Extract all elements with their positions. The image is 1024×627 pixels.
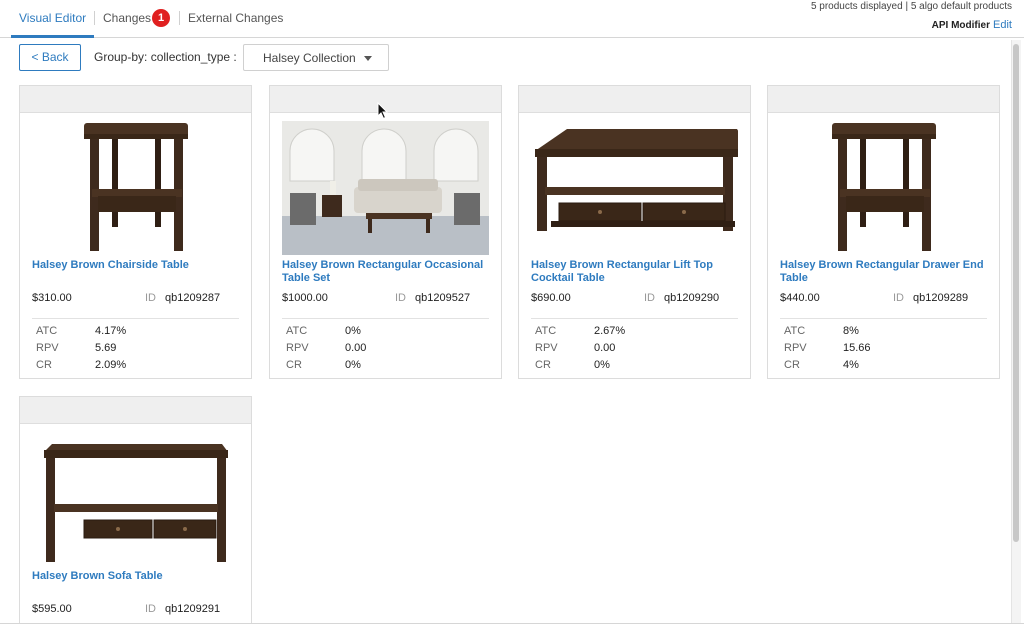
product-id-label: ID — [893, 292, 904, 304]
divider — [531, 318, 738, 319]
cr-label: CR — [286, 359, 302, 371]
product-id: qb1209289 — [913, 292, 969, 304]
rpv-value: 0.00 — [594, 342, 616, 354]
product-id-label: ID — [395, 292, 406, 304]
card-header — [768, 86, 999, 113]
atc-value: 8% — [843, 325, 859, 337]
rpv-label: RPV — [535, 342, 558, 354]
collection-select[interactable]: Halsey Collection — [243, 44, 389, 71]
back-button[interactable]: < Back — [19, 44, 81, 71]
product-id-label: ID — [145, 292, 156, 304]
product-price: $1000.00 — [282, 292, 328, 304]
products-displayed-info: 5 products displayed | 5 algo default pr… — [810, 1, 1012, 12]
sofa-table-image — [44, 444, 228, 562]
collection-select-value: Halsey Collection — [263, 51, 356, 65]
product-id: qb1209291 — [165, 603, 221, 615]
cr-value: 0% — [345, 359, 361, 371]
card-header — [20, 86, 251, 113]
product-title-link[interactable]: Halsey Brown Sofa Table — [32, 570, 242, 583]
product-title-link[interactable]: Halsey Brown Chairside Table — [32, 259, 242, 272]
atc-value: 2.67% — [594, 325, 626, 337]
chairside-table-image — [84, 123, 188, 251]
product-id-label: ID — [644, 292, 655, 304]
divider — [780, 318, 987, 319]
rpv-label: RPV — [36, 342, 59, 354]
atc-label: ATC — [36, 325, 58, 337]
atc-label: ATC — [286, 325, 308, 337]
mouse-pointer-icon — [377, 102, 389, 120]
product-title-link[interactable]: Halsey Brown Rectangular Drawer End Tabl… — [780, 259, 990, 285]
cr-value: 2.09% — [95, 359, 127, 371]
rpv-label: RPV — [286, 342, 309, 354]
rpv-value: 15.66 — [843, 342, 871, 354]
atc-label: ATC — [784, 325, 806, 337]
product-card: Halsey Brown Rectangular Occasional Tabl… — [269, 85, 502, 379]
atc-value: 4.17% — [95, 325, 127, 337]
atc-label: ATC — [535, 325, 557, 337]
product-card: Halsey Brown Sofa Table $595.00 ID qb120… — [19, 396, 252, 623]
group-by-label: Group-by: collection_type : — [94, 50, 237, 64]
rpv-value: 5.69 — [95, 342, 117, 354]
tab-visual-editor[interactable]: Visual Editor — [19, 11, 86, 25]
active-tab-indicator — [11, 35, 94, 38]
product-price: $595.00 — [32, 603, 72, 615]
api-modifier-label: API Modifier — [931, 20, 990, 31]
cr-label: CR — [535, 359, 551, 371]
rpv-value: 0.00 — [345, 342, 367, 354]
atc-value: 0% — [345, 325, 361, 337]
product-price: $310.00 — [32, 292, 72, 304]
api-modifier-edit-link[interactable]: Edit — [993, 19, 1012, 31]
product-id-label: ID — [145, 603, 156, 615]
product-price: $440.00 — [780, 292, 820, 304]
cr-value: 4% — [843, 359, 859, 371]
product-price: $690.00 — [531, 292, 571, 304]
product-id: qb1209290 — [664, 292, 720, 304]
end-table-image — [832, 123, 936, 251]
tab-bar: Visual Editor Changes 1 External Changes… — [0, 0, 1024, 38]
rpv-label: RPV — [784, 342, 807, 354]
changes-count-badge: 1 — [152, 9, 170, 27]
product-card: Halsey Brown Rectangular Lift Top Cockta… — [518, 85, 751, 379]
scrollbar-thumb[interactable] — [1013, 44, 1019, 542]
bottom-border — [0, 623, 1024, 624]
product-card: Halsey Brown Chairside Table $310.00 ID … — [19, 85, 252, 379]
cr-label: CR — [784, 359, 800, 371]
cr-value: 0% — [594, 359, 610, 371]
card-header — [20, 397, 251, 424]
tab-external-changes[interactable]: External Changes — [188, 11, 283, 25]
cocktail-table-image — [535, 129, 738, 231]
divider — [282, 318, 489, 319]
divider — [32, 318, 239, 319]
product-card: Halsey Brown Rectangular Drawer End Tabl… — [767, 85, 1000, 379]
card-header — [519, 86, 750, 113]
product-id: qb1209287 — [165, 292, 221, 304]
product-title-link[interactable]: Halsey Brown Rectangular Occasional Tabl… — [282, 259, 492, 285]
caret-down-icon — [364, 56, 372, 61]
tab-divider — [179, 11, 180, 25]
product-id: qb1209527 — [415, 292, 471, 304]
living-room-set-image — [282, 121, 489, 255]
product-title-link[interactable]: Halsey Brown Rectangular Lift Top Cockta… — [531, 259, 741, 285]
cr-label: CR — [36, 359, 52, 371]
tab-divider — [94, 11, 95, 25]
tab-changes[interactable]: Changes — [103, 11, 151, 25]
